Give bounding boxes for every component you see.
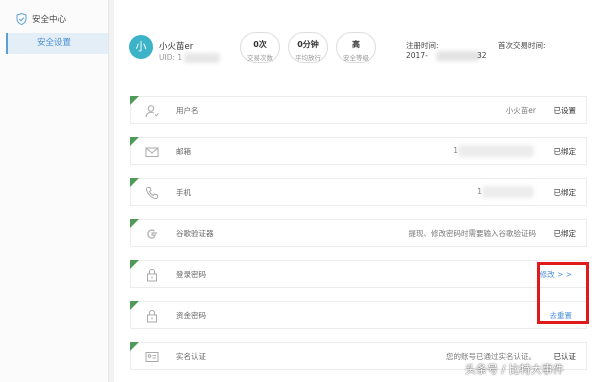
mail-icon (145, 147, 159, 157)
row-label: 实名认证 (176, 352, 206, 361)
sidebar-header: 安全中心 (16, 11, 66, 27)
lock-icon (147, 309, 157, 323)
id-card-icon (145, 352, 159, 362)
row-marker (130, 301, 139, 310)
security-row-login-password: 登录密码 修改 > > (130, 260, 587, 288)
user-icon (145, 105, 159, 118)
stat-security-level: 高 安全等级 (336, 32, 376, 63)
row-marker (130, 342, 139, 351)
shield-icon (16, 13, 27, 25)
row-status: 已绑定 (553, 229, 577, 238)
security-row-username: 用户名 小火苗er 已设置 (130, 96, 587, 124)
register-time-label: 注册时间: (406, 41, 439, 50)
row-value-redacted (482, 186, 534, 198)
stat-trade-count: 0次 交易次数 (240, 32, 280, 63)
register-time-redacted (436, 51, 480, 61)
row-marker (130, 178, 139, 187)
security-row-phone: 手机 1 已绑定 (130, 178, 587, 206)
row-label: 资金密码 (176, 311, 206, 320)
highlight-box (537, 262, 589, 324)
stat-label: 平均放行 (295, 54, 321, 62)
security-row-fund-password: 资金密码 去重置 (130, 301, 587, 329)
row-status: 已绑定 (553, 147, 577, 156)
phone-icon (145, 187, 158, 200)
row-marker (130, 137, 139, 146)
stat-label: 交易次数 (247, 54, 273, 62)
lock-icon (147, 268, 157, 282)
security-row-google-auth: 谷歌验证器 提现、修改密码时需要输入谷歌验证码 已绑定 (130, 219, 587, 247)
row-label: 用户名 (176, 106, 199, 115)
row-marker (130, 219, 139, 228)
row-value-redacted (458, 145, 534, 157)
row-value: 提现、修改密码时需要输入谷歌验证码 (408, 229, 537, 238)
row-marker (130, 96, 139, 105)
main-panel: 小 小火苗er UID: 1 0次 交易次数 0分钟 平均放行 高 安全等级 注… (114, 0, 600, 382)
watermark: 头条号 / 比特大事件 (465, 363, 564, 376)
register-time-suffix: 32 (477, 51, 487, 60)
first-trade-label: 首次交易时间: (498, 41, 546, 50)
sidebar-item-security-settings[interactable]: 安全设置 (6, 33, 108, 54)
row-label: 邮箱 (176, 147, 191, 156)
register-time-value: 2017- (406, 51, 428, 60)
sidebar: 安全中心 安全设置 (0, 0, 109, 382)
sidebar-item-label: 安全设置 (37, 38, 72, 48)
row-status: 已绑定 (553, 188, 577, 197)
row-label: 谷歌验证器 (176, 229, 214, 238)
avatar: 小 (129, 35, 153, 59)
uid-label: UID: 1 (159, 53, 183, 62)
row-label: 登录密码 (176, 270, 206, 279)
google-icon (147, 229, 157, 239)
username: 小火苗er (159, 42, 194, 52)
row-label: 手机 (176, 188, 191, 197)
avatar-letter: 小 (135, 40, 147, 53)
sidebar-title: 安全中心 (32, 15, 67, 25)
stat-value: 高 (352, 40, 360, 49)
row-status: 已设置 (553, 106, 577, 115)
row-marker (130, 260, 139, 269)
row-value: 小火苗er (505, 106, 536, 115)
stat-label: 安全等级 (343, 54, 369, 62)
uid-redacted (184, 53, 220, 63)
security-row-email: 邮箱 1 已绑定 (130, 137, 587, 165)
stat-value: 0次 (253, 40, 267, 49)
stat-value: 0分钟 (297, 40, 319, 49)
stat-avg-release: 0分钟 平均放行 (288, 32, 328, 63)
